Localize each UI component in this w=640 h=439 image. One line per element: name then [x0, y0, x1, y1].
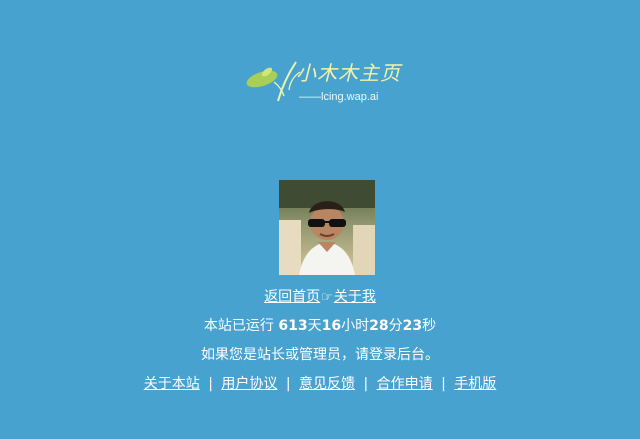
logo-title: 小木木主页	[296, 61, 401, 85]
footer-separator: |	[208, 376, 213, 392]
uptime-hours-unit: 小时	[341, 318, 370, 334]
footer-links: 关于本站 | 用户协议 | 意见反馈 | 合作申请 | 手机版	[0, 373, 640, 402]
uptime-hours: 16	[321, 318, 342, 334]
uptime-seconds-unit: 秒	[422, 318, 437, 334]
nav-line: 返回首页☞关于我	[0, 286, 640, 315]
uptime-days-unit: 天	[307, 318, 322, 334]
home-link[interactable]: 返回首页	[264, 289, 320, 305]
pointing-hand-icon: ☞	[321, 290, 333, 305]
site-logo: 小木木主页 ——lcing.wap.ai	[244, 54, 414, 110]
avatar-photo	[279, 180, 375, 275]
admin-notice-line: 如果您是站长或管理员，请登录后台。	[0, 344, 640, 373]
uptime-seconds: 23	[402, 318, 423, 334]
footer-link-feedback[interactable]: 意见反馈	[299, 376, 355, 392]
footer-link-cooperation[interactable]: 合作申请	[377, 376, 433, 392]
logo-domain: ——lcing.wap.ai	[299, 91, 379, 103]
uptime-prefix: 本站已运行	[203, 318, 274, 334]
uptime-line: 本站已运行 613天16小时28分23秒	[0, 315, 640, 344]
site-info: 返回首页☞关于我 本站已运行 613天16小时28分23秒 如果您是站长或管理员…	[0, 286, 640, 402]
uptime-minutes: 28	[369, 318, 389, 334]
about-me-link[interactable]: 关于我	[334, 289, 376, 305]
footer-separator: |	[285, 376, 291, 392]
admin-notice: 如果您是站长或管理员，请登录后台。	[201, 347, 439, 363]
footer-link-about-site[interactable]: 关于本站	[144, 376, 200, 392]
leaf-logo-icon	[246, 61, 301, 102]
footer-separator: |	[441, 376, 446, 392]
footer-link-mobile[interactable]: 手机版	[454, 376, 496, 392]
footer-link-user-agreement[interactable]: 用户协议	[221, 376, 277, 392]
uptime-days: 613	[278, 318, 308, 334]
avatar	[279, 180, 375, 275]
uptime-minutes-unit: 分	[388, 318, 403, 334]
footer-separator: |	[363, 376, 369, 392]
